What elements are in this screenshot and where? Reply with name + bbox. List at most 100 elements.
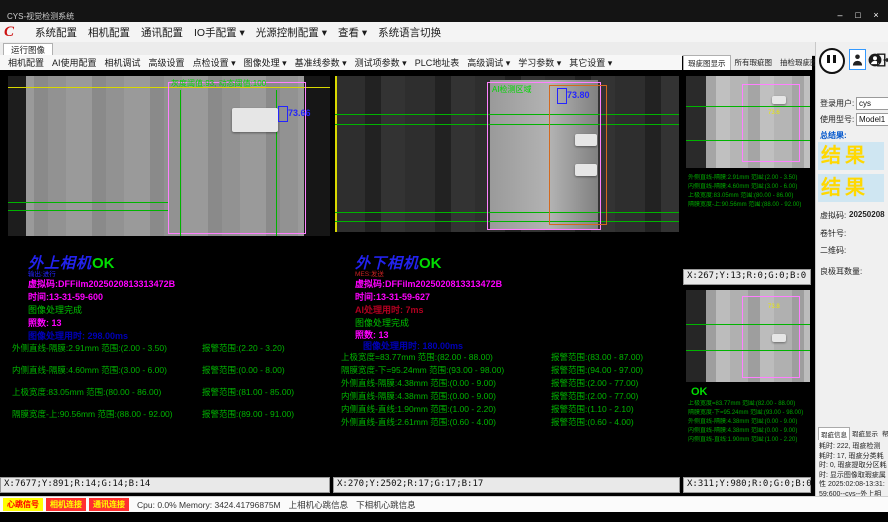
close-button[interactable]: × — [868, 9, 884, 21]
maximize-button[interactable]: □ — [850, 9, 866, 21]
tool-other-settings[interactable]: 其它设置 ▾ — [569, 56, 612, 69]
user-icon — [852, 53, 863, 66]
tool-plc-address[interactable]: PLC地址表 — [415, 56, 460, 69]
pink-detection-box — [168, 82, 306, 234]
login-user-field[interactable]: cys — [856, 97, 888, 110]
menu-io-config[interactable]: IO手配置 ▾ — [194, 25, 245, 40]
measurement-value: 外侧直线-隔膜:4.38mm 范围:(0.00 - 9.00) — [341, 377, 496, 389]
virtual-barcode-value: 20250208 — [849, 210, 885, 219]
tab-defect-display[interactable]: 瑕疵显示 — [850, 427, 880, 440]
minimize-button[interactable]: – — [832, 9, 848, 21]
thumb-top-image[interactable]: 73.6 — [686, 76, 810, 168]
pause-button[interactable] — [819, 48, 845, 74]
user-login-button[interactable] — [849, 49, 866, 70]
center-coords-readout: X:270;Y:2502;R:17;G:17;B:17 — [333, 477, 680, 493]
bottom-camera-heartbeat-link[interactable]: 下相机心跳信息 — [356, 499, 416, 511]
measurement-value: 外侧直线-直线:2.61mm 范围:(0.60 - 4.00) — [341, 416, 496, 428]
exit-button[interactable] — [874, 49, 888, 70]
bottom-strip — [0, 512, 888, 522]
measurement-row: 隔膜宽度-上:90.56mm 范围:(88.00 - 92.00) 报警范围:(… — [12, 404, 322, 426]
shot-count-label: 照数: 13 — [28, 316, 62, 329]
thumb-info-line: 内侧直线-隔膜:4.60mm 范围:(3.00 - 6.00) — [688, 183, 801, 192]
green-baseline — [686, 140, 810, 141]
tab-defect-info[interactable]: 瑕疵信息 — [818, 427, 850, 440]
tool-advanced-debug[interactable]: 高级调试 ▾ — [467, 56, 510, 69]
menu-light-config[interactable]: 光源控制配置 ▾ — [256, 25, 327, 40]
thumb-bottom-info: 上极宽度=83.77mm 范围:(82.00 - 88.00) 隔膜宽度-下=9… — [688, 400, 803, 445]
alarm-range: 报警范围:(89.00 - 91.00) — [202, 408, 294, 420]
defect-thumbnail-column: 73.6 外侧直线-隔膜:2.91mm 范围:(2.00 - 3.50) 内侧直… — [683, 70, 812, 497]
measure-value-overlay: 73.80 — [567, 90, 590, 100]
heartbeat-signal-badge: 心跳信号 — [3, 498, 43, 511]
pause-icon — [827, 55, 830, 63]
alarm-range: 报警范围:(2.20 - 3.20) — [202, 342, 285, 354]
comm-connection-badge: 通讯连接 — [89, 498, 129, 511]
orange-detection-box — [549, 85, 607, 225]
total-result-label: 总结果: — [820, 130, 847, 141]
thumb-info-line: 上极宽度:83.05mm 范围:(80.00 - 86.00) — [688, 192, 801, 201]
measurement-value: 上极宽度=83.77mm 范围:(82.00 - 88.00) — [341, 351, 493, 363]
image-dark-edge — [686, 76, 706, 168]
menu-system-config[interactable]: 系统配置 — [35, 25, 77, 40]
measurement-list: 外侧直线-隔膜:2.91mm 范围:(2.00 - 3.50) 报警范围:(2.… — [12, 338, 322, 426]
thumb-info-line: 内侧直线-隔膜:4.38mm 范围:(0.00 - 9.00) — [688, 427, 803, 436]
defect-info-tabs: 瑕疵信息 瑕疵显示 帮助信息 — [818, 427, 888, 440]
thumb-info-line: 内侧直线-直线:1.90mm 范围:(1.00 - 2.20) — [688, 436, 803, 445]
login-user-label: 登录用户: — [820, 98, 854, 109]
tool-advanced-settings[interactable]: 高级设置 — [149, 56, 185, 69]
tab-all-defect-images[interactable]: 所有瑕疵图 — [731, 55, 777, 70]
tool-image-processing[interactable]: 图像处理 ▾ — [244, 56, 287, 69]
tab-help-info[interactable]: 帮助信息 — [880, 427, 888, 440]
result-ok-label: OK — [92, 255, 115, 272]
barcode-label: 虚拟码:DFFilm2025020813313472B — [28, 277, 175, 290]
measurement-value: 隔膜宽度-下=95.24mm 范围:(93.00 - 98.00) — [341, 364, 504, 376]
result-text: 结果 — [821, 177, 869, 199]
blue-measure-box — [278, 106, 288, 122]
menu-comm-config[interactable]: 通讯配置 — [141, 25, 183, 40]
image-dark-edge — [304, 76, 330, 236]
menu-language-switch[interactable]: 系统语言切换 — [378, 25, 441, 40]
green-baseline — [8, 210, 168, 211]
time-label: 时间:13-31-59-600 — [28, 290, 103, 303]
tab-defect-image-display[interactable]: 瑕疵图显示 — [683, 55, 731, 70]
alarm-range: 报警范围:(2.00 - 77.00) — [551, 390, 638, 402]
measurement-row: 外侧直线-隔膜:4.38mm 范围:(0.00 - 9.00) 报警范围:(2.… — [341, 376, 679, 389]
measurement-row: 外侧直线-直线:2.61mm 范围:(0.60 - 4.00) 报警范围:(0.… — [341, 415, 679, 428]
left-coords-readout: X:7677;Y:891;R:14;G:14;B:14 — [0, 477, 330, 493]
measurement-row: 内侧直线-直线:1.90mm 范围:(1.00 - 2.20) 报警范围:(1.… — [341, 402, 679, 415]
measure-value-overlay: 73.66 — [288, 108, 311, 118]
tab-strip: 运行图像 — [0, 42, 815, 56]
model-field[interactable]: Model1 — [856, 113, 888, 126]
tool-camera-debug[interactable]: 相机调试 — [105, 56, 141, 69]
right-control-panel: 登录用户: cys 使用型号: Model1 总结果: 结果 结果 虚拟码: 2… — [815, 42, 888, 512]
tool-baseline-params[interactable]: 基准线参数 ▾ — [295, 56, 347, 69]
center-camera-image[interactable]: AI检测区域 73.80 — [335, 76, 679, 232]
green-baseline — [686, 324, 810, 325]
menu-view[interactable]: 查看 ▾ — [338, 25, 367, 40]
thumb-bottom-image[interactable]: 73.8 — [686, 290, 810, 382]
cpu-memory-readout: Cpu: 0.0% Memory: 3424.41796875M — [137, 500, 281, 510]
tool-spot-check[interactable]: 点检设置 ▾ — [193, 56, 236, 69]
title-bar: CYS-视觉检测系统 – □ × — [0, 0, 888, 22]
tool-learning-params[interactable]: 学习参数 ▾ — [518, 56, 561, 69]
reflective-highlight — [575, 164, 597, 176]
connector-highlight — [232, 108, 278, 132]
tool-ai-usage-config[interactable]: AI使用配置 — [52, 56, 97, 69]
tool-camera-config[interactable]: 相机配置 — [8, 56, 44, 69]
thumb-info-line: 上极宽度=83.77mm 范围:(82.00 - 88.00) — [688, 400, 803, 409]
measurement-value: 隔膜宽度-上:90.56mm 范围:(88.00 - 92.00) — [12, 408, 173, 420]
alarm-range: 报警范围:(83.00 - 87.00) — [551, 351, 643, 363]
ai-region-overlay-text: AI检测区域 — [492, 84, 532, 95]
tool-test-params[interactable]: 测试项参数 ▾ — [355, 56, 407, 69]
top-camera-heartbeat-link[interactable]: 上相机心跳信息 — [289, 499, 349, 511]
model-label: 使用型号: — [820, 114, 854, 125]
thumb-info-line: 隔膜宽度-下=95.24mm 范围:(93.00 - 98.00) — [688, 409, 803, 418]
thumb-info-line: 外侧直线-隔膜:2.91mm 范围:(2.00 - 3.50) — [688, 174, 801, 183]
qrcode-label: 二维码: — [820, 245, 846, 256]
app-logo-icon: C — [4, 24, 24, 40]
left-camera-image[interactable]: 灰度阈值:93, 动态阈值:100 73.66 — [8, 76, 330, 236]
defect-image-tabs: 瑕疵图显示 所有瑕疵图 抽检瑕疵图 — [683, 55, 812, 71]
measurement-value: 内侧直线-隔膜:4.60mm 范围:(3.00 - 6.00) — [12, 364, 167, 376]
measurement-row: 上极宽度=83.77mm 范围:(82.00 - 88.00) 报警范围:(83… — [341, 350, 679, 363]
menu-camera-config[interactable]: 相机配置 — [88, 25, 130, 40]
